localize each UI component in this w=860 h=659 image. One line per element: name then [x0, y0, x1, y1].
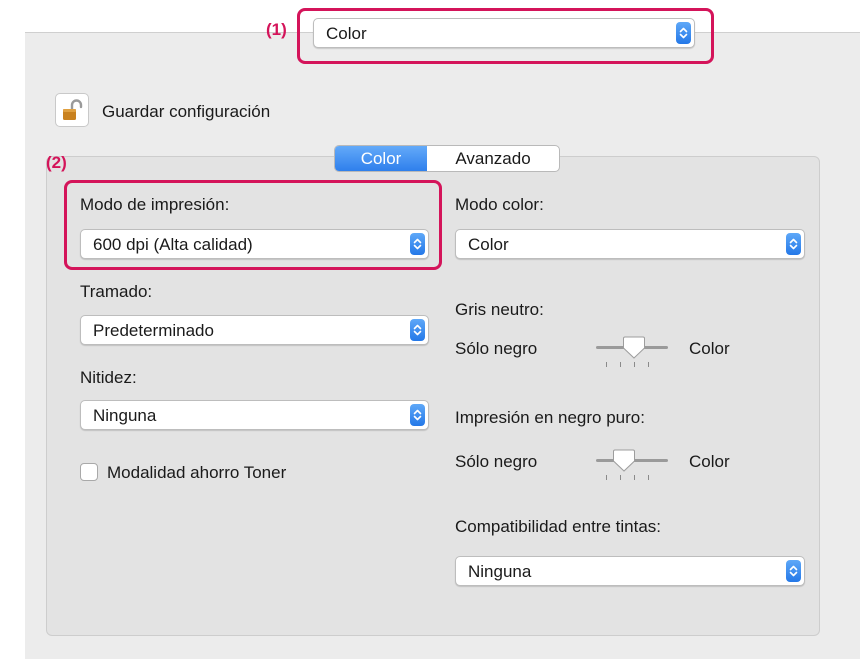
slider-tick — [634, 475, 635, 480]
pure-black-slider[interactable] — [596, 445, 668, 485]
ink-compat-popup[interactable]: Ninguna — [455, 556, 805, 586]
print-options-popup[interactable]: Color — [313, 18, 695, 48]
toner-save-checkbox[interactable] — [80, 463, 98, 481]
neutral-gray-min-label: Sólo negro — [455, 339, 538, 358]
pure-black-label: Impresión en negro puro: — [455, 408, 645, 427]
neutral-gray-max-label: Color — [689, 339, 730, 358]
slider-tick — [634, 362, 635, 367]
ink-compat-popup-value: Ninguna — [468, 561, 532, 581]
pure-black-max-label: Color — [689, 452, 730, 471]
sharpness-label: Nitidez: — [80, 368, 137, 387]
print-options-popup-value: Color — [326, 23, 367, 43]
slider-tick — [620, 475, 621, 480]
up-down-chevron-icon — [410, 404, 425, 426]
tab-advanced[interactable]: Avanzado — [427, 146, 559, 171]
ink-compat-label: Compatibilidad entre tintas: — [455, 517, 662, 536]
neutral-gray-slider[interactable] — [596, 332, 668, 372]
color-mode-popup[interactable]: Color — [455, 229, 805, 259]
pure-black-min-label: Sólo negro — [455, 452, 538, 471]
slider-tick — [648, 475, 649, 480]
slider-tick — [606, 362, 607, 367]
slider-knob[interactable] — [622, 335, 646, 361]
up-down-chevron-icon — [410, 319, 425, 341]
slider-knob[interactable] — [612, 448, 636, 474]
slider-tick — [620, 362, 621, 367]
slider-tick — [606, 475, 607, 480]
tab-color[interactable]: Color — [335, 146, 427, 171]
up-down-chevron-icon — [676, 22, 691, 44]
tab-bar: Color Avanzado — [334, 145, 560, 172]
callout-label-2: (2) — [46, 153, 67, 172]
save-settings-label: Guardar configuración — [102, 102, 271, 121]
sharpness-popup[interactable]: Ninguna — [80, 400, 429, 430]
print-mode-popup-value: 600 dpi (Alta calidad) — [93, 234, 253, 254]
unlocked-padlock-icon — [63, 99, 83, 120]
print-mode-label: Modo de impresión: — [80, 195, 230, 214]
up-down-chevron-icon — [410, 233, 425, 255]
color-mode-label: Modo color: — [455, 195, 544, 214]
neutral-gray-label: Gris neutro: — [455, 300, 544, 319]
lock-button[interactable] — [55, 93, 89, 127]
sharpness-popup-value: Ninguna — [93, 405, 157, 425]
slider-tick — [648, 362, 649, 367]
screening-label: Tramado: — [80, 282, 153, 301]
up-down-chevron-icon — [786, 560, 801, 582]
screening-popup-value: Predeterminado — [93, 320, 214, 340]
up-down-chevron-icon — [786, 233, 801, 255]
toner-save-label: Modalidad ahorro Toner — [107, 463, 287, 482]
color-mode-popup-value: Color — [468, 234, 509, 254]
screening-popup[interactable]: Predeterminado — [80, 315, 429, 345]
callout-label-1: (1) — [266, 20, 287, 39]
print-mode-popup[interactable]: 600 dpi (Alta calidad) — [80, 229, 429, 259]
